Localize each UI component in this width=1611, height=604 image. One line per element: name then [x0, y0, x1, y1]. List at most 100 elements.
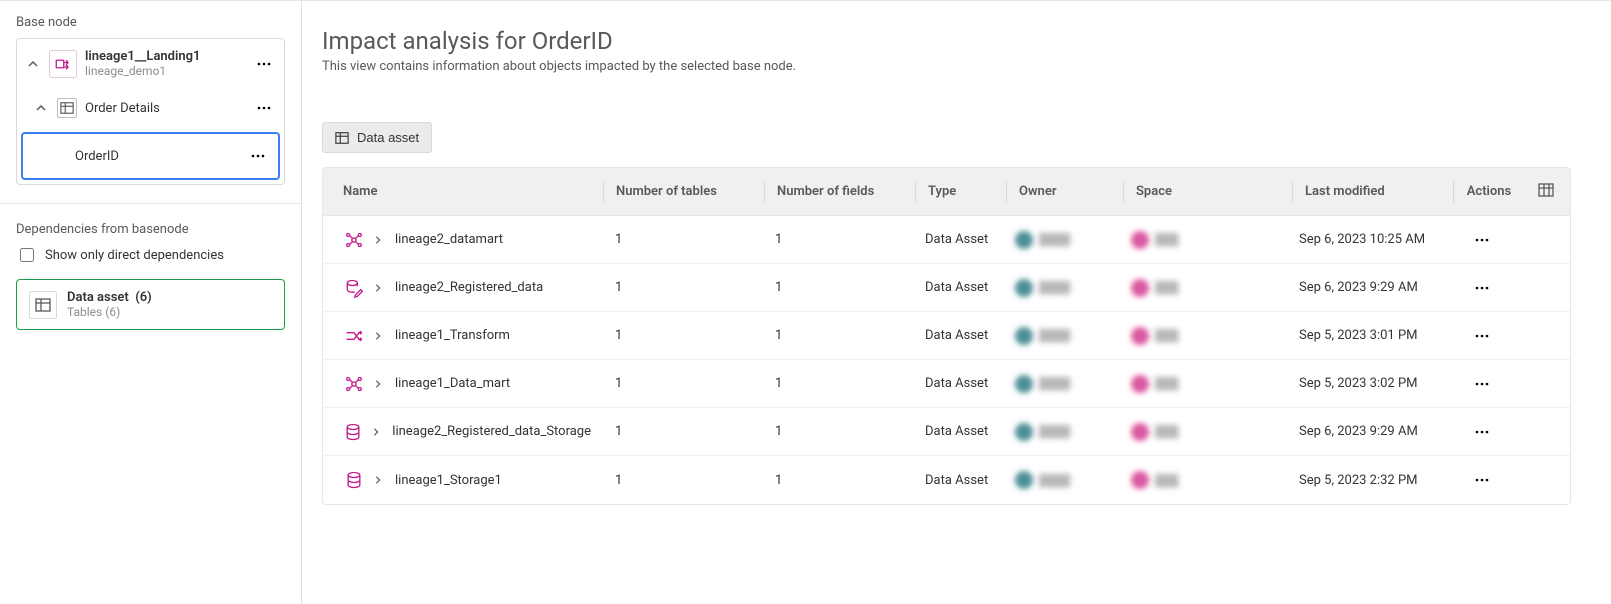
row-tables: 1 — [603, 328, 763, 343]
page-description: This view contains information about obj… — [322, 59, 1571, 74]
row-owner: ████ — [1003, 279, 1119, 297]
more-icon[interactable] — [1470, 228, 1494, 252]
datamart-icon — [343, 373, 365, 395]
header-name[interactable]: Name — [323, 184, 603, 199]
child-name: Order Details — [85, 101, 244, 116]
row-type: Data Asset — [913, 280, 1003, 295]
more-icon[interactable] — [246, 144, 270, 168]
row-tables: 1 — [603, 424, 763, 439]
row-type: Data Asset — [913, 328, 1003, 343]
more-icon[interactable] — [1470, 420, 1494, 444]
row-tables: 1 — [603, 280, 763, 295]
row-name: lineage1_Data_mart — [395, 376, 510, 391]
more-icon[interactable] — [1470, 276, 1494, 300]
header-fields[interactable]: Number of fields — [765, 184, 915, 199]
row-tables: 1 — [603, 376, 763, 391]
table-row[interactable]: lineage2_datamart 1 1 Data Asset ████ ██… — [323, 216, 1570, 264]
table-row[interactable]: lineage1_Transform 1 1 Data Asset ████ █… — [323, 312, 1570, 360]
node-subtitle: lineage_demo1 — [85, 64, 244, 78]
storage-icon — [343, 421, 363, 443]
filter-title-text: Data asset — [67, 290, 129, 305]
chevron-right-icon[interactable] — [371, 473, 385, 487]
row-space: ███ — [1119, 231, 1287, 249]
header-space[interactable]: Space — [1124, 184, 1292, 199]
column-settings-icon[interactable] — [1538, 182, 1554, 202]
main-content: Impact analysis for OrderID This view co… — [302, 1, 1611, 604]
header-type[interactable]: Type — [916, 184, 1006, 199]
filter-card[interactable]: Data asset (6) Tables (6) — [16, 279, 285, 330]
header-modified[interactable]: Last modified — [1293, 184, 1453, 199]
chevron-right-icon[interactable] — [369, 425, 382, 439]
base-node-card: lineage1__Landing1 lineage_demo1 Order D… — [16, 38, 285, 185]
row-fields: 1 — [763, 424, 913, 439]
row-fields: 1 — [763, 376, 913, 391]
child-row[interactable]: Order Details — [17, 88, 284, 128]
row-owner: ████ — [1003, 231, 1119, 249]
tool-label: Data asset — [357, 130, 419, 145]
more-icon[interactable] — [252, 96, 276, 120]
row-modified: Sep 6, 2023 10:25 AM — [1287, 232, 1447, 247]
chevron-right-icon[interactable] — [371, 377, 385, 391]
row-name: lineage1_Transform — [395, 328, 510, 343]
row-type: Data Asset — [913, 424, 1003, 439]
chevron-right-icon[interactable] — [371, 329, 385, 343]
node-texts: lineage1__Landing1 lineage_demo1 — [85, 49, 244, 78]
page-title: Impact analysis for OrderID — [322, 27, 1571, 55]
header-owner[interactable]: Owner — [1007, 184, 1123, 199]
base-node-row[interactable]: lineage1__Landing1 lineage_demo1 — [17, 39, 284, 88]
row-modified: Sep 6, 2023 9:29 AM — [1287, 280, 1447, 295]
row-space: ███ — [1119, 423, 1287, 441]
show-direct-checkbox[interactable] — [20, 248, 34, 262]
row-tables: 1 — [603, 473, 763, 488]
row-fields: 1 — [763, 473, 913, 488]
row-name: lineage1_Storage1 — [395, 473, 502, 488]
results-table: Name Number of tables Number of fields T… — [322, 167, 1571, 505]
selected-field[interactable]: OrderID — [21, 132, 280, 180]
table-row[interactable]: lineage1_Storage1 1 1 Data Asset ████ ██… — [323, 456, 1570, 504]
row-type: Data Asset — [913, 376, 1003, 391]
row-tables: 1 — [603, 232, 763, 247]
table-icon — [57, 98, 77, 118]
sidebar: Base node lineage1__Landing1 lineage_dem… — [0, 1, 302, 604]
row-space: ███ — [1119, 327, 1287, 345]
row-name: lineage2_datamart — [395, 232, 503, 247]
data-asset-button[interactable]: Data asset — [322, 122, 432, 153]
row-owner: ████ — [1003, 471, 1119, 489]
filter-subtitle: Tables (6) — [67, 305, 152, 319]
show-direct-label[interactable]: Show only direct dependencies — [45, 248, 224, 263]
filter-texts: Data asset (6) Tables (6) — [67, 290, 152, 319]
table-row[interactable]: lineage1_Data_mart 1 1 Data Asset ████ █… — [323, 360, 1570, 408]
row-fields: 1 — [763, 280, 913, 295]
more-icon[interactable] — [1470, 324, 1494, 348]
more-icon[interactable] — [252, 52, 276, 76]
row-modified: Sep 5, 2023 2:32 PM — [1287, 473, 1447, 488]
row-space: ███ — [1119, 471, 1287, 489]
row-type: Data Asset — [913, 232, 1003, 247]
data-asset-icon — [29, 291, 57, 319]
row-fields: 1 — [763, 232, 913, 247]
table-row[interactable]: lineage2_Registered_data 1 1 Data Asset … — [323, 264, 1570, 312]
filter-count: (6) — [135, 290, 152, 305]
more-icon[interactable] — [1470, 468, 1494, 492]
divider — [0, 203, 301, 204]
chevron-right-icon[interactable] — [371, 281, 385, 295]
toolbar: Data asset — [322, 122, 1571, 153]
storage-icon — [343, 469, 365, 491]
show-direct-row: Show only direct dependencies — [16, 245, 285, 265]
field-name: OrderID — [75, 149, 246, 164]
row-owner: ████ — [1003, 423, 1119, 441]
more-icon[interactable] — [1470, 372, 1494, 396]
row-space: ███ — [1119, 279, 1287, 297]
row-space: ███ — [1119, 375, 1287, 393]
row-owner: ████ — [1003, 327, 1119, 345]
row-type: Data Asset — [913, 473, 1003, 488]
chevron-up-icon[interactable] — [33, 100, 49, 116]
table-row[interactable]: lineage2_Registered_data_Storage 1 1 Dat… — [323, 408, 1570, 456]
header-tables[interactable]: Number of tables — [604, 184, 764, 199]
table-header: Name Number of tables Number of fields T… — [323, 168, 1570, 216]
header-actions: Actions — [1454, 184, 1524, 199]
chevron-right-icon[interactable] — [371, 233, 385, 247]
dependencies-label: Dependencies from basenode — [16, 222, 285, 237]
chevron-up-icon[interactable] — [25, 56, 41, 72]
row-modified: Sep 6, 2023 9:29 AM — [1287, 424, 1447, 439]
